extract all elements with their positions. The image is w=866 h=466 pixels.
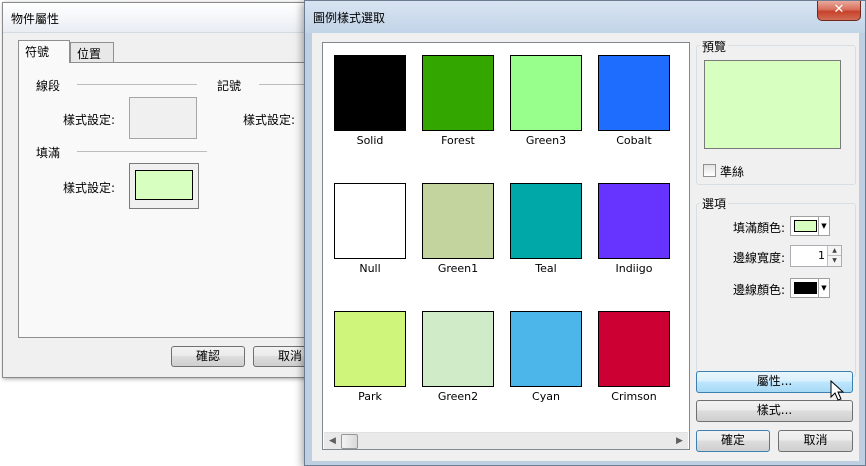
border-width-value: 1 <box>818 249 825 262</box>
marker-section-label: 記號 <box>217 79 242 93</box>
chevron-down-icon: ▼ <box>818 217 829 235</box>
swatch-color <box>334 55 406 131</box>
chevron-down-icon: ▼ <box>818 279 829 297</box>
swatch-color <box>422 55 494 131</box>
preview-title: 預覽 <box>700 38 729 55</box>
swatch-list[interactable]: Solid Forest Green3 Cobalt Null Green1 T… <box>322 42 690 450</box>
swatch-name: Indiigo <box>615 262 653 275</box>
fill-color-label: 填滿顏色: <box>732 221 785 235</box>
swatch-item-teal[interactable]: Teal <box>499 183 589 301</box>
close-icon: ✕ <box>833 2 845 17</box>
close-button[interactable]: ✕ <box>817 1 861 21</box>
swatch-color <box>510 183 582 259</box>
line-section-label: 線段 <box>36 79 61 93</box>
fill-color-swatch <box>794 220 817 232</box>
marker-style-label: 樣式設定: <box>243 113 296 127</box>
chevron-up-icon[interactable]: ▲ <box>827 246 841 256</box>
border-width-label: 邊線寬度: <box>732 251 785 265</box>
fill-section-divider <box>77 151 207 152</box>
swatch-item-green1[interactable]: Green1 <box>411 183 501 301</box>
border-color-picker[interactable]: ▼ <box>790 278 830 298</box>
swatch-item-cobalt[interactable]: Cobalt <box>587 55 677 173</box>
scroll-left-icon[interactable]: ◀ <box>324 433 341 450</box>
tab-position[interactable]: 位置 <box>70 42 114 62</box>
scroll-right-icon[interactable]: ▶ <box>671 433 688 450</box>
swatch-item-green2[interactable]: Green2 <box>411 311 501 429</box>
swatch-item-indigo[interactable]: Indiigo <box>587 183 677 301</box>
baseline-label: 準絲 <box>720 165 745 179</box>
swatch-color <box>510 55 582 131</box>
scroll-thumb[interactable] <box>341 434 358 449</box>
swatch-name: Forest <box>441 134 475 147</box>
swatch-name: Crimson <box>611 390 657 403</box>
border-color-swatch <box>794 282 817 294</box>
swatch-name: Cobalt <box>616 134 652 147</box>
swatch-item-null[interactable]: Null <box>323 183 413 301</box>
legend-style-client: Solid Forest Green3 Cobalt Null Green1 T… <box>312 33 859 461</box>
options-title: 選項 <box>700 195 729 212</box>
style-button[interactable]: 樣式... <box>696 400 853 422</box>
line-style-label: 樣式設定: <box>63 113 116 127</box>
border-color-label: 邊線顏色: <box>732 283 785 297</box>
legend-style-titlebar: 圖例樣式選取 ✕ <box>305 1 865 33</box>
horizontal-scrollbar[interactable]: ◀ ▶ <box>324 432 688 449</box>
swatch-item-crimson[interactable]: Crimson <box>587 311 677 429</box>
swatch-item-park[interactable]: Park <box>323 311 413 429</box>
swatch-name: Park <box>358 390 382 403</box>
swatch-name: Green3 <box>525 134 567 147</box>
swatch-name: Null <box>359 262 381 275</box>
mouse-pointer-icon <box>830 380 845 401</box>
fill-style-swatch <box>135 170 193 200</box>
object-properties-titlebar: 物件屬性 <box>3 3 319 33</box>
swatch-item-cyan[interactable]: Cyan <box>499 311 589 429</box>
chevron-down-icon[interactable]: ▼ <box>827 256 841 266</box>
swatch-color <box>422 311 494 387</box>
fill-color-picker[interactable]: ▼ <box>790 216 830 236</box>
swatch-color <box>422 183 494 259</box>
swatch-item-solid[interactable]: Solid <box>323 55 413 173</box>
swatch-name: Green2 <box>437 390 479 403</box>
line-section-divider <box>77 84 197 85</box>
swatch-name: Solid <box>356 134 384 147</box>
fill-style-sample[interactable] <box>129 163 199 209</box>
preview-box <box>704 60 841 149</box>
swatch-color <box>510 311 582 387</box>
fill-section-label: 填滿 <box>36 146 61 160</box>
swatch-name: Cyan <box>532 390 560 403</box>
legend-style-dialog: 圖例樣式選取 ✕ Solid Forest Green3 Cobalt Null… <box>304 0 866 466</box>
baseline-checkbox[interactable] <box>703 164 716 177</box>
swatch-color <box>334 311 406 387</box>
object-properties-ok-button[interactable]: 確認 <box>171 346 245 367</box>
swatch-name: Green1 <box>437 262 479 275</box>
line-style-sample[interactable] <box>129 97 197 139</box>
symbol-tab-panel: 線段 記號 樣式設定: 樣式設定: 填滿 樣式設定: <box>18 62 318 338</box>
swatch-item-forest[interactable]: Forest <box>411 55 501 173</box>
ok-button[interactable]: 確定 <box>696 430 770 452</box>
swatch-color <box>334 183 406 259</box>
border-width-stepper[interactable]: 1 ▲ ▼ <box>790 245 842 267</box>
tab-symbol[interactable]: 符號 <box>18 40 70 63</box>
fill-style-label: 樣式設定: <box>63 181 116 195</box>
object-properties-dialog: 物件屬性 符號 位置 線段 記號 樣式設定: 樣式設定: 填滿 樣式設定: 確認… <box>2 2 327 378</box>
swatch-color <box>598 311 670 387</box>
cancel-button[interactable]: 取消 <box>778 430 853 452</box>
swatch-name: Teal <box>535 262 557 275</box>
swatch-item-green3[interactable]: Green3 <box>499 55 589 173</box>
swatch-color <box>598 183 670 259</box>
legend-style-title: 圖例樣式選取 <box>313 11 386 25</box>
swatch-color <box>598 55 670 131</box>
object-properties-title: 物件屬性 <box>11 12 60 26</box>
